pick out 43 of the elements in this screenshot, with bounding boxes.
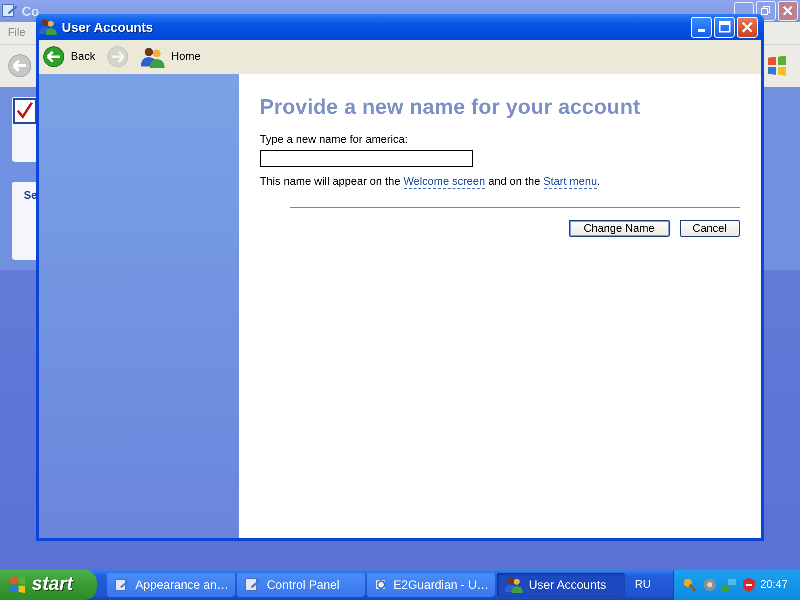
link[interactable]: Start menu: [544, 176, 598, 189]
restore-icon: [761, 6, 771, 16]
close-button[interactable]: [778, 1, 798, 21]
clock: 20:47: [760, 579, 788, 591]
field-label: Type a new name for america:: [260, 134, 409, 146]
taskbar-button[interactable]: Appearance an…: [107, 573, 235, 597]
restore-button[interactable]: [756, 1, 776, 21]
control-panel-icon: [115, 577, 130, 593]
back-icon[interactable]: [8, 54, 32, 78]
windows-logo-icon: [766, 55, 788, 77]
home-button[interactable]: Home: [141, 46, 201, 68]
language-indicator[interactable]: RU: [635, 579, 671, 591]
start-button[interactable]: start: [0, 570, 97, 600]
taskbar-button[interactable]: Control Panel: [237, 573, 365, 597]
page-heading: Provide a new name for your account: [260, 96, 642, 120]
forward-icon: [107, 46, 130, 68]
dialog-button[interactable]: Change Name: [568, 220, 670, 237]
back-icon: [43, 46, 65, 68]
close-icon: [742, 22, 753, 32]
dialog-button[interactable]: Cancel: [680, 220, 740, 237]
name-field[interactable]: [260, 150, 473, 167]
minimize-icon: [698, 29, 705, 32]
note-text: This name will appear on the Welcome screen and on the Start menu.: [260, 176, 602, 188]
back-button[interactable]: Back: [43, 46, 96, 68]
control-panel-icon: [2, 3, 18, 19]
users-icon: [39, 19, 57, 35]
minimize-button[interactable]: [734, 2, 754, 15]
browser-icon: [375, 577, 388, 593]
maximize-icon: [718, 21, 730, 33]
users-icon: [505, 577, 523, 593]
window-title: Co: [22, 4, 40, 18]
taskbar-button[interactable]: E2Guardian - U…: [367, 573, 495, 597]
close-icon: [783, 6, 793, 16]
speaker-icon[interactable]: [702, 577, 718, 593]
users-icon: [141, 46, 166, 68]
keys-icon[interactable]: [682, 577, 698, 593]
control-panel-icon: [245, 577, 261, 593]
window-title: User Accounts: [62, 20, 154, 34]
link[interactable]: Welcome screen: [404, 176, 486, 189]
maximize-button[interactable]: [714, 16, 735, 38]
windows-logo-icon: [9, 576, 27, 594]
taskbar-button[interactable]: User Accounts: [497, 573, 625, 597]
shield-icon[interactable]: [740, 577, 756, 593]
